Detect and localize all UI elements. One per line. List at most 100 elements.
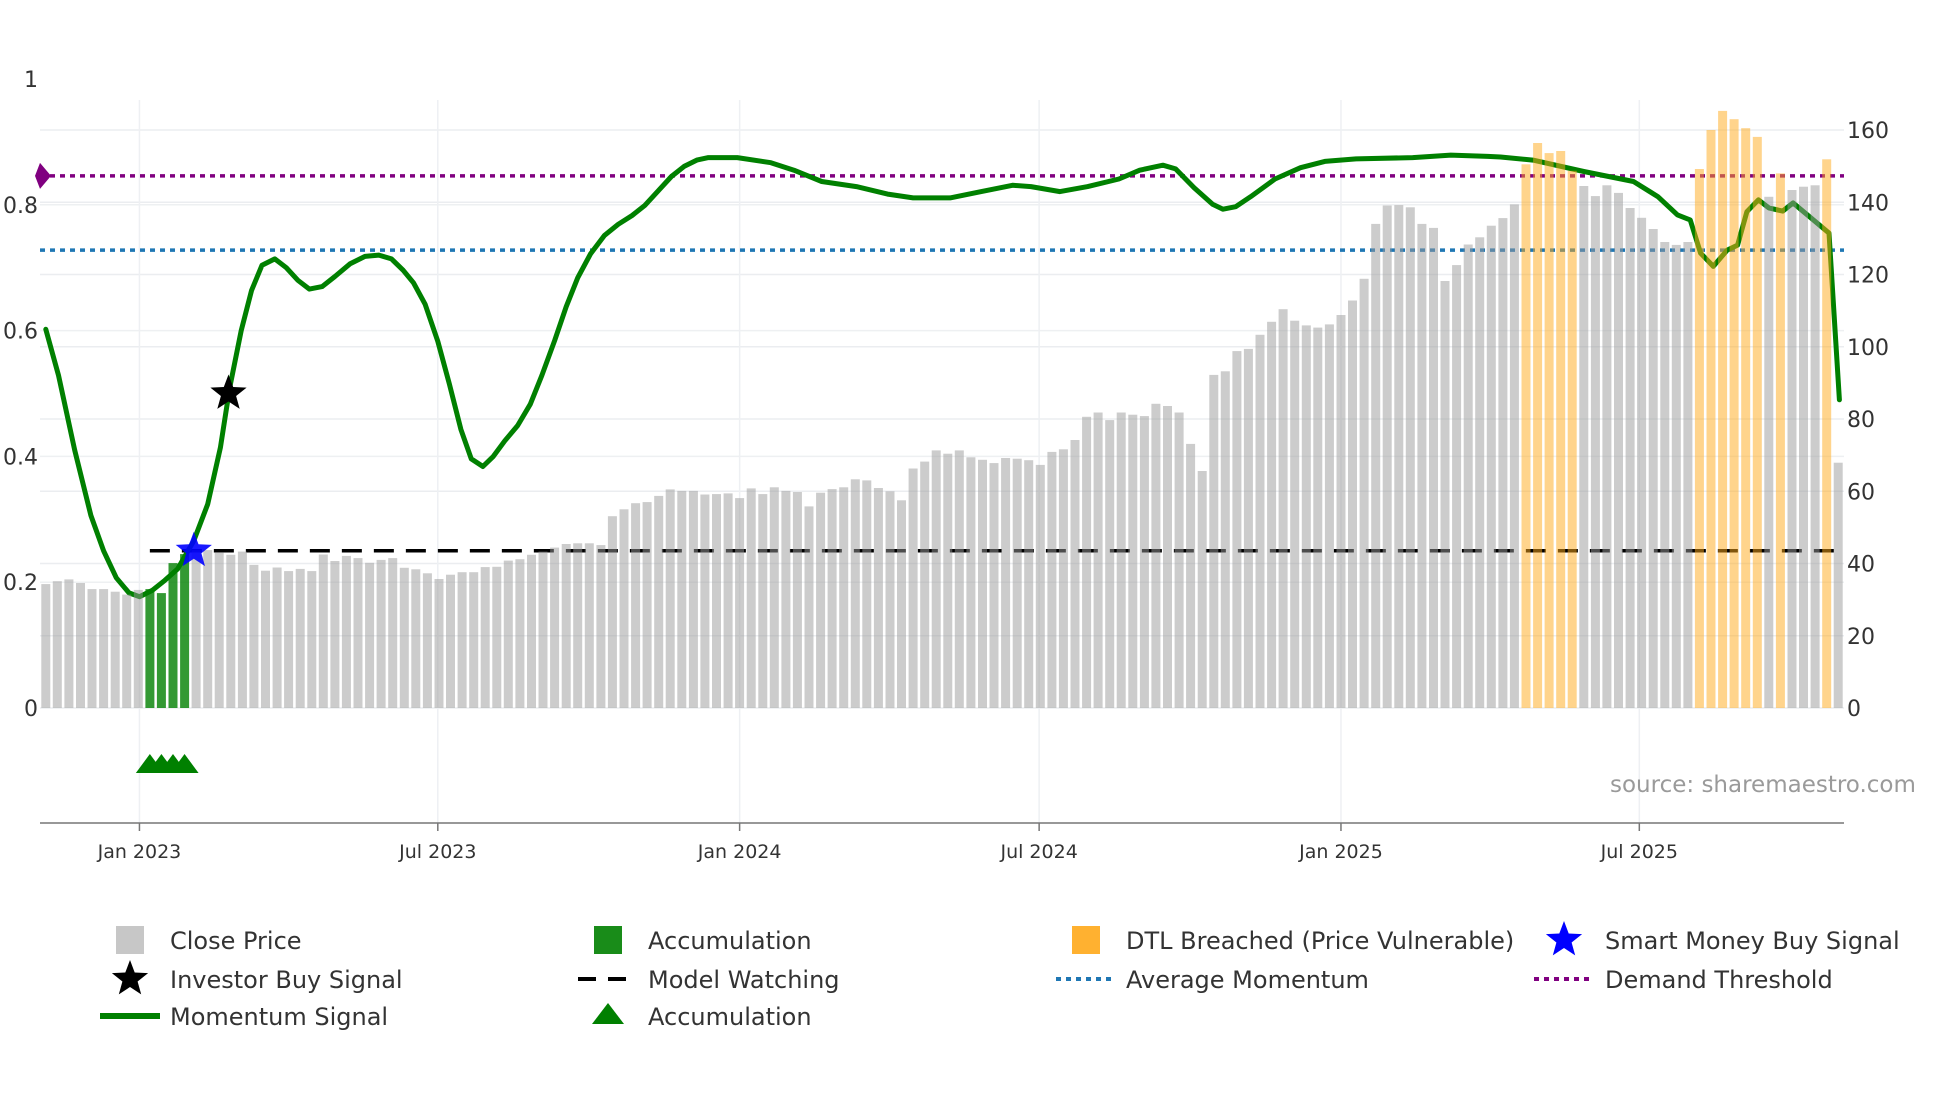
x-tick-label: Jan 2025 — [1298, 841, 1383, 863]
right-tick-label: 60 — [1847, 480, 1875, 505]
close-price-bar — [457, 572, 467, 708]
close-price-bar — [1151, 403, 1161, 708]
legend-black-star-icon — [111, 960, 149, 995]
close-price-bar — [341, 555, 351, 708]
close-price-bar — [1313, 327, 1323, 708]
close-price-bar — [943, 453, 953, 708]
accumulation-bar — [145, 589, 155, 708]
close-price-bar — [908, 468, 918, 708]
dtl-breached-bar — [1741, 128, 1751, 708]
close-price-bar — [723, 493, 733, 708]
close-price-bar — [1602, 185, 1612, 709]
close-price-bar — [1810, 185, 1820, 709]
legend-gray-square-icon — [116, 926, 144, 954]
close-price-bar — [1058, 449, 1068, 708]
right-tick-label: 40 — [1847, 553, 1875, 578]
close-price-bar — [873, 488, 883, 708]
close-price-bar — [226, 554, 236, 708]
dtl-breached-bar — [1706, 130, 1716, 708]
close-price-bar — [561, 544, 571, 708]
close-price-bar — [1614, 192, 1623, 708]
close-price-bar — [1637, 217, 1647, 709]
close-price-bar — [1267, 321, 1277, 708]
close-price-bar — [920, 461, 930, 708]
close-price-bar — [735, 498, 745, 708]
close-price-bar — [712, 494, 721, 708]
legend-label: Investor Buy Signal — [170, 966, 403, 994]
close-price-bar — [41, 584, 51, 708]
close-price-bar — [1671, 244, 1681, 708]
close-price-bar — [1382, 205, 1392, 708]
close-price-bar — [64, 579, 74, 708]
close-price-bar — [1417, 223, 1427, 708]
close-price-bar — [1197, 471, 1207, 708]
close-price-bar — [1278, 309, 1288, 708]
close-price-bar — [897, 500, 906, 708]
close-price-bar — [631, 503, 641, 708]
close-price-bar — [642, 502, 652, 708]
left-axis-ticks: 0 0.2 0.4 0.6 0.8 1 — [3, 68, 38, 722]
left-tick-label: 0 — [24, 697, 38, 722]
close-price-bar — [527, 554, 536, 708]
close-price-bar — [573, 543, 583, 708]
close-price-bar — [515, 559, 525, 708]
momentum-chart: 0 0.2 0.4 0.6 0.8 1 0 20 40 60 80 100 120 140 160 Jan… — [3, 68, 1916, 1031]
close-price-bar — [1683, 242, 1693, 708]
close-price-bar — [619, 509, 629, 708]
close-price-bar — [1463, 244, 1473, 708]
close-price-bar — [1024, 460, 1034, 708]
legend-orange-square-icon — [1072, 926, 1100, 954]
close-price-bar — [978, 459, 987, 708]
close-price-bar — [607, 516, 617, 708]
right-tick-label: 120 — [1847, 264, 1889, 289]
close-price-bar — [330, 561, 340, 708]
close-price-bar — [1440, 281, 1450, 708]
close-price-bar — [52, 581, 62, 708]
x-tick-label: Jan 2023 — [97, 841, 182, 863]
close-price-bar — [295, 568, 305, 708]
legend-green-square-icon — [594, 926, 622, 954]
right-tick-label: 100 — [1847, 336, 1889, 361]
demand-threshold-diamond-icon — [35, 162, 51, 189]
close-price-bar — [1128, 414, 1138, 708]
x-tick-label: Jul 2025 — [1600, 841, 1678, 863]
close-price-bar — [1579, 186, 1589, 708]
close-price-bar — [191, 550, 201, 708]
close-price-bar — [550, 547, 560, 708]
left-tick-label: 0.8 — [3, 194, 38, 219]
right-tick-label: 80 — [1847, 408, 1875, 433]
close-price-bar — [203, 550, 213, 708]
close-price-bar — [665, 489, 675, 708]
close-price-bar — [110, 591, 120, 708]
close-price-bar — [446, 574, 455, 708]
close-price-bar — [1093, 412, 1103, 708]
accumulation-bar — [180, 554, 190, 708]
close-price-bar — [758, 494, 768, 708]
close-price-bar — [966, 457, 976, 708]
close-price-bar — [1405, 207, 1415, 709]
close-price-bar — [1324, 324, 1334, 708]
close-price-bar — [885, 491, 895, 709]
close-price-bar — [1186, 443, 1196, 708]
close-price-bar — [365, 562, 375, 708]
close-price-bar — [1486, 225, 1496, 708]
close-price-bar — [839, 487, 849, 708]
legend-label: Close Price — [170, 927, 302, 955]
close-price-bar — [480, 567, 490, 708]
right-axis-ticks: 0 20 40 60 80 100 120 140 160 — [1847, 119, 1889, 722]
close-price-bar — [1371, 223, 1381, 708]
close-price-bar — [596, 545, 606, 708]
close-price-bar — [1475, 237, 1485, 709]
close-price-bar — [133, 589, 143, 708]
close-price-bar — [1290, 320, 1300, 708]
close-price-bar — [353, 558, 363, 708]
right-tick-label: 0 — [1847, 697, 1861, 722]
close-price-bar — [1764, 196, 1774, 709]
legend-label: Model Watching — [648, 966, 840, 994]
dtl-breached-bar — [1544, 153, 1554, 709]
close-price-bar — [804, 506, 814, 708]
close-price-bar — [1787, 190, 1797, 708]
legend-label: Momentum Signal — [170, 1003, 388, 1031]
accumulation-bar — [156, 593, 166, 708]
close-price-bar — [746, 488, 756, 708]
